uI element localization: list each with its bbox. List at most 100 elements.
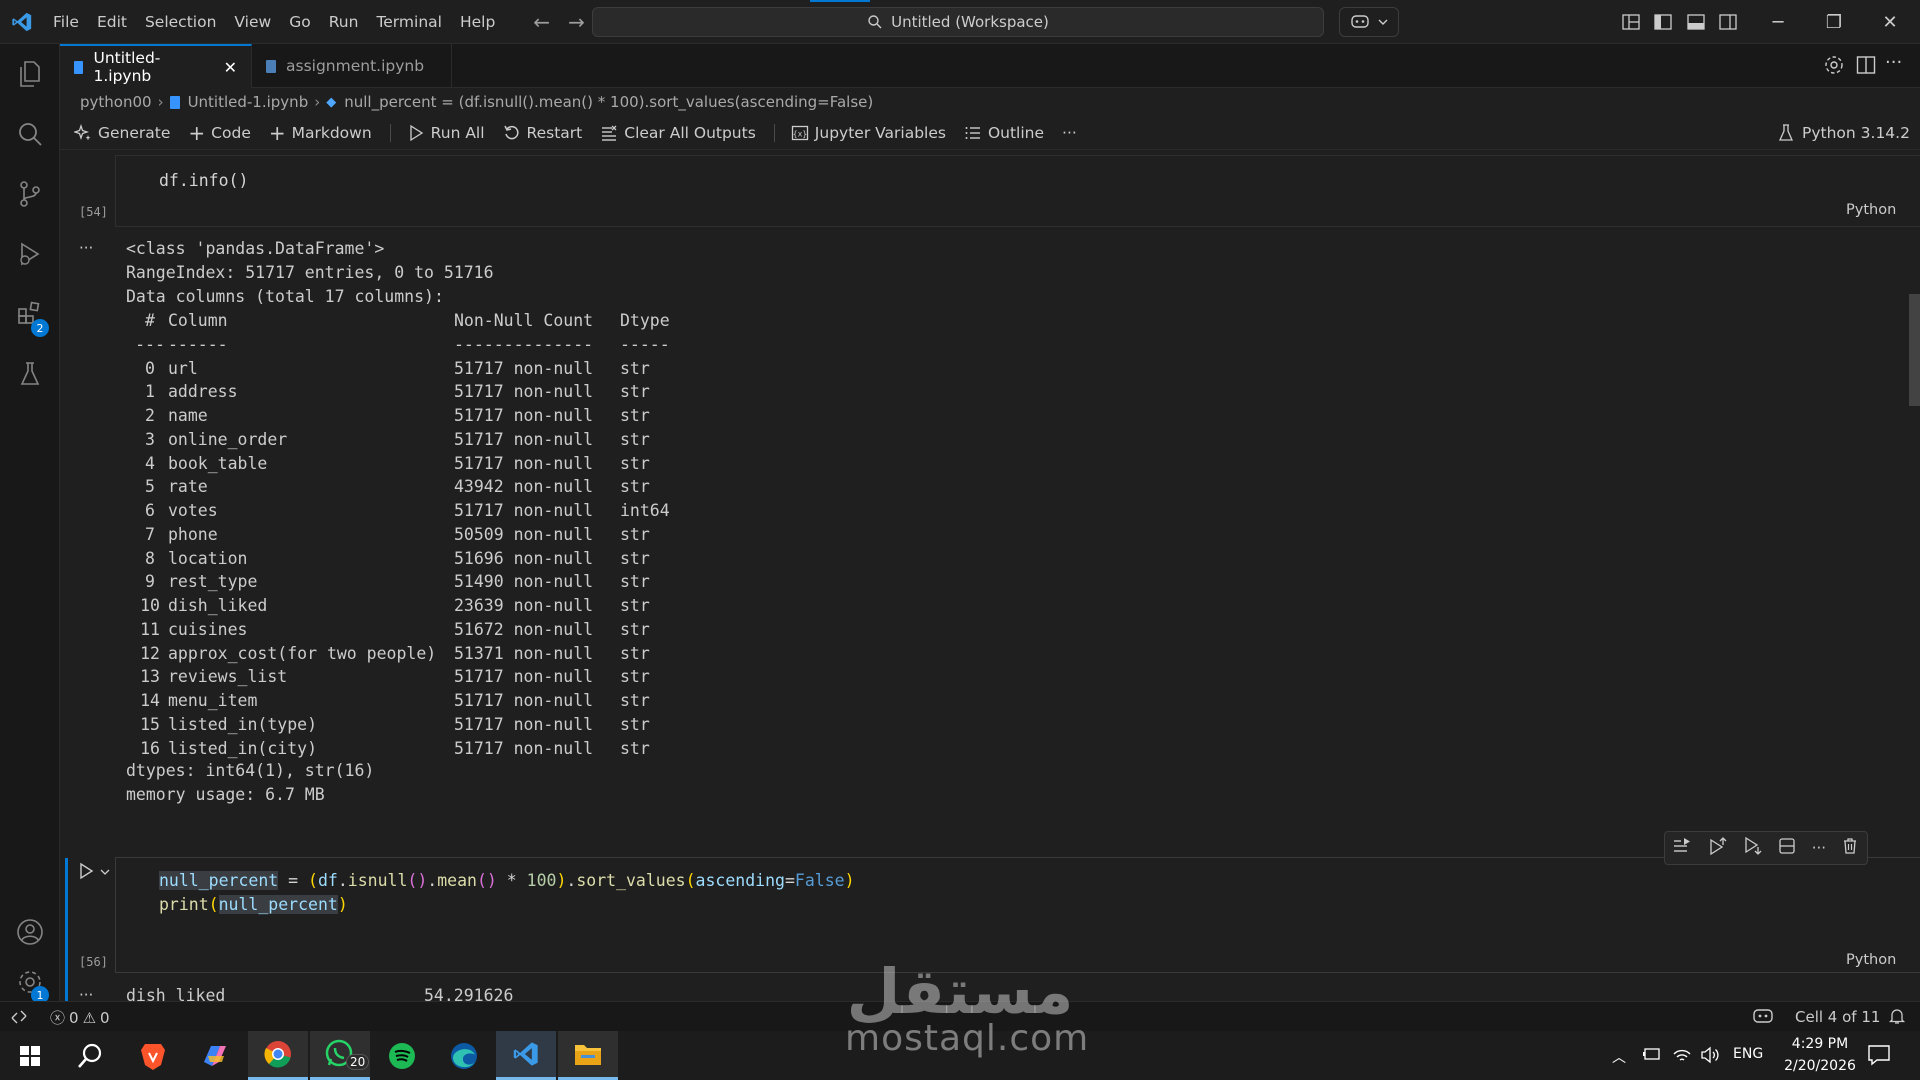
output-line: memory usage: 6.7 MB <box>126 785 325 804</box>
run-debug-icon[interactable] <box>0 224 60 284</box>
more-actions-icon[interactable]: ··· <box>1885 52 1902 73</box>
kernel-picker[interactable]: Python 3.14.2 <box>1778 116 1910 150</box>
back-arrow-icon[interactable]: ← <box>524 10 559 34</box>
chevron-right-icon: › <box>314 93 321 111</box>
cell-position-status[interactable]: Cell 4 of 11 <box>1795 1008 1880 1026</box>
layout-customize-icon[interactable] <box>1619 10 1643 34</box>
param-token: ascending <box>695 871 785 890</box>
menu-file[interactable]: File <box>44 0 88 44</box>
edge-browser-icon[interactable] <box>434 1031 494 1080</box>
show-hidden-icons-chevron[interactable]: ︿ <box>1612 1047 1626 1067</box>
code-line[interactable]: df.info() <box>159 171 248 190</box>
toggle-panel-icon[interactable] <box>1684 10 1708 34</box>
whatsapp-icon[interactable]: 20 <box>310 1031 370 1080</box>
menu-selection[interactable]: Selection <box>136 0 225 44</box>
execute-above-icon[interactable] <box>1673 837 1693 859</box>
toggle-secondary-sidebar-icon[interactable] <box>1716 10 1740 34</box>
clear-outputs-button[interactable]: Clear All Outputs <box>600 124 756 142</box>
testing-icon[interactable] <box>0 344 60 404</box>
vscode-taskbar-icon[interactable] <box>496 1031 556 1080</box>
taskbar-clock[interactable]: 4:29 PM 2/20/2026 <box>1770 1033 1870 1077</box>
toolbar-more-button[interactable]: ··· <box>1062 124 1077 142</box>
close-tab-icon[interactable]: ✕ <box>224 58 237 77</box>
info-table-count: 51696 non-null <box>454 548 594 568</box>
copilot-button[interactable] <box>1339 7 1399 37</box>
info-table-column: listed_in(city) <box>168 738 318 758</box>
code-line[interactable]: null_percent = (df.isnull().mean() * 100… <box>159 871 855 890</box>
split-editor-icon[interactable] <box>1856 55 1876 79</box>
source-control-icon[interactable] <box>0 164 60 224</box>
info-table-dtype: ----- <box>620 334 670 354</box>
run-cell-icon[interactable] <box>77 862 95 884</box>
jupyter-variables-button[interactable]: {x} Jupyter Variables <box>791 124 946 142</box>
add-markdown-button[interactable]: + Markdown <box>269 121 372 145</box>
taskbar-search-icon[interactable] <box>60 1031 120 1080</box>
fn-token: mean <box>437 871 477 890</box>
run-options-chevron-icon[interactable] <box>99 864 111 882</box>
notification-center-icon[interactable] <box>1867 1043 1891 1071</box>
breadcrumb-file[interactable]: Untitled-1.ipynb <box>188 93 309 111</box>
volume-icon[interactable] <box>1700 1046 1720 1068</box>
breadcrumb-folder[interactable]: python00 <box>80 93 152 111</box>
code-line[interactable]: print(null_percent) <box>159 895 348 914</box>
close-window-button[interactable]: ✕ <box>1862 0 1918 44</box>
copilot-status-icon[interactable] <box>1752 1007 1774 1029</box>
info-table-count: 43942 non-null <box>454 477 594 497</box>
remote-indicator-icon[interactable] <box>10 1008 28 1030</box>
search-sidebar-icon[interactable] <box>0 104 60 164</box>
minimize-button[interactable]: ─ <box>1750 0 1806 44</box>
run-all-button[interactable]: Run All <box>407 124 485 142</box>
info-table-count: 51717 non-null <box>454 358 594 378</box>
cell-language-label[interactable]: Python <box>1846 202 1896 218</box>
tab-assignment[interactable]: assignment.ipynb <box>252 44 452 88</box>
command-center-search[interactable]: Untitled (Workspace) <box>592 7 1324 37</box>
menu-edit[interactable]: Edit <box>88 0 136 44</box>
run-above-icon[interactable] <box>1708 837 1728 859</box>
generate-button[interactable]: Generate <box>74 123 170 142</box>
clock-date: 2/20/2026 <box>1784 1058 1856 1074</box>
breadcrumb-symbol[interactable]: null_percent = (df.isnull().mean() * 100… <box>344 93 873 111</box>
info-table-count: 51717 non-null <box>454 738 594 758</box>
add-code-button[interactable]: + Code <box>188 121 250 145</box>
restore-button[interactable]: ❐ <box>1806 0 1862 44</box>
output-more-icon[interactable]: ··· <box>79 239 93 257</box>
battery-icon[interactable] <box>1642 1046 1662 1066</box>
chevron-down-icon <box>1378 19 1387 25</box>
notifications-bell-icon[interactable] <box>1888 1007 1906 1029</box>
vertical-scrollbar[interactable] <box>1909 294 1920 406</box>
info-table-idx: 9 <box>145 572 155 592</box>
menu-go[interactable]: Go <box>280 0 320 44</box>
problems-status[interactable]: ⓧ 0 ⚠ 0 <box>50 1007 110 1028</box>
cell-more-icon[interactable]: ··· <box>1812 839 1826 857</box>
split-cell-icon[interactable] <box>1778 837 1796 859</box>
menu-view[interactable]: View <box>225 0 280 44</box>
windows-start-icon[interactable] <box>0 1031 60 1080</box>
menu-run[interactable]: Run <box>320 0 368 44</box>
restart-button[interactable]: Restart <box>503 123 583 142</box>
run-below-icon[interactable] <box>1743 836 1763 859</box>
extensions-icon[interactable]: 2 <box>0 284 60 344</box>
forward-arrow-icon[interactable]: → <box>559 10 594 34</box>
outline-button[interactable]: Outline <box>964 124 1044 142</box>
delete-cell-icon[interactable] <box>1841 837 1859 859</box>
explorer-icon[interactable] <box>0 44 60 104</box>
restart-label: Restart <box>526 123 583 142</box>
file-explorer-icon[interactable] <box>558 1031 618 1080</box>
var-token: null_percent <box>218 895 338 914</box>
menu-help[interactable]: Help <box>451 0 504 44</box>
toggle-primary-sidebar-icon[interactable] <box>1651 10 1675 34</box>
spotify-icon[interactable] <box>372 1031 432 1080</box>
language-indicator[interactable]: ENG <box>1733 1046 1763 1062</box>
notebook-settings-icon[interactable] <box>1823 54 1845 80</box>
tab-untitled-1[interactable]: Untitled-1.ipynb ✕ <box>60 44 252 88</box>
info-table-column: phone <box>168 524 218 544</box>
output-more-icon[interactable]: ··· <box>79 986 93 1001</box>
brave-browser-icon[interactable] <box>123 1031 183 1080</box>
menu-terminal[interactable]: Terminal <box>367 0 451 44</box>
output-line: dtypes: int64(1), str(16) <box>126 761 375 780</box>
wifi-icon[interactable] <box>1672 1046 1692 1068</box>
cell-language-label[interactable]: Python <box>1846 952 1896 968</box>
code-cell-1[interactable] <box>115 155 1920 227</box>
chrome-browser-icon[interactable] <box>248 1031 308 1080</box>
copilot-app-icon[interactable] <box>185 1031 245 1080</box>
